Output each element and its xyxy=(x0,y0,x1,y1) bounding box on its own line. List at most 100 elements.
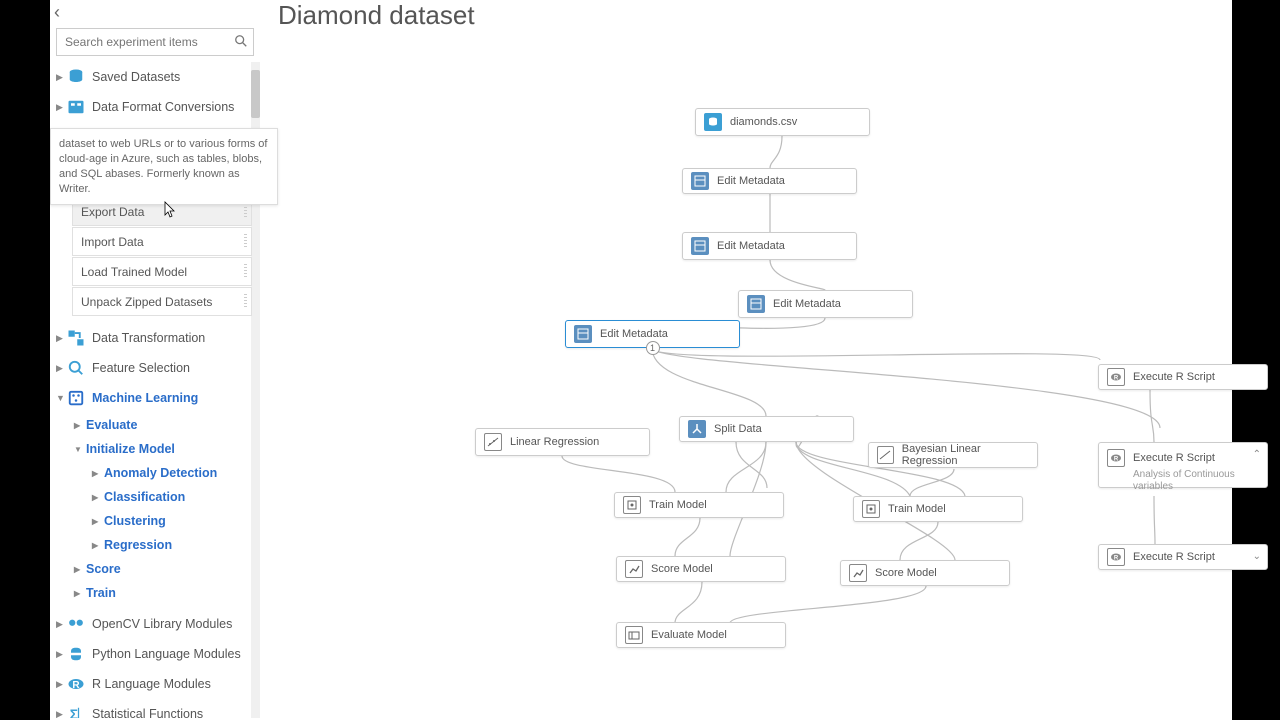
cat-label: R Language Modules xyxy=(92,677,211,691)
module-label: Load Trained Model xyxy=(81,265,187,279)
chevron-down-icon[interactable]: ⌄ xyxy=(1253,551,1261,562)
node-bayesian-lr[interactable]: Bayesian Linear Regression xyxy=(868,442,1038,468)
r-icon: R xyxy=(1107,368,1125,386)
subsubcat-regression[interactable]: ▶ Regression xyxy=(50,533,260,557)
cat-label: Data Format Conversions xyxy=(92,100,234,114)
node-label: Linear Regression xyxy=(510,436,599,448)
subsubcat-label: Regression xyxy=(104,538,172,552)
node-label: Edit Metadata xyxy=(773,298,841,310)
subcat-train[interactable]: ▶ Train xyxy=(50,581,260,605)
drag-grip-icon xyxy=(244,204,247,219)
node-split-data[interactable]: Split Data xyxy=(679,416,854,442)
subcat-label: Score xyxy=(86,562,121,576)
node-label: Split Data xyxy=(714,423,762,435)
cat-label: OpenCV Library Modules xyxy=(92,617,232,631)
chevron-right-icon: ▶ xyxy=(92,469,104,478)
experiment-canvas[interactable]: diamonds.csv Edit Metadata Edit Metadata… xyxy=(260,28,1232,720)
node-label: Edit Metadata xyxy=(600,328,668,340)
node-label: Score Model xyxy=(651,563,713,575)
node-label: Train Model xyxy=(888,503,946,515)
chevron-right-icon: ▶ xyxy=(56,679,66,690)
chevron-right-icon: ▶ xyxy=(56,709,66,719)
search-box[interactable] xyxy=(56,28,254,56)
chevron-right-icon: ▶ xyxy=(56,333,66,344)
transform-icon xyxy=(66,328,86,348)
cat-opencv[interactable]: ▶ OpenCV Library Modules xyxy=(50,609,260,639)
drag-grip-icon xyxy=(244,294,247,309)
output-port-badge[interactable]: 1 xyxy=(646,341,660,355)
metadata-icon xyxy=(574,325,592,343)
chevron-right-icon: ▶ xyxy=(74,421,86,430)
back-button[interactable]: ‹ xyxy=(54,2,60,23)
cat-data-transformation[interactable]: ▶ Data Transformation xyxy=(50,323,260,353)
node-dataset[interactable]: diamonds.csv xyxy=(695,108,870,136)
node-train-model-2[interactable]: Train Model xyxy=(853,496,1023,522)
module-unpack-zipped[interactable]: Unpack Zipped Datasets xyxy=(72,287,252,316)
cat-label: Feature Selection xyxy=(92,361,190,375)
score-icon xyxy=(849,564,867,582)
cat-label: Machine Learning xyxy=(92,391,198,405)
metadata-icon xyxy=(691,237,709,255)
module-load-trained-model[interactable]: Load Trained Model xyxy=(72,257,252,286)
node-edit-metadata-1[interactable]: Edit Metadata xyxy=(682,168,857,194)
evaluate-icon xyxy=(625,626,643,644)
svg-text:Σ: Σ xyxy=(70,707,78,718)
cat-python[interactable]: ▶ Python Language Modules xyxy=(50,639,260,669)
node-r-script-3[interactable]: R Execute R Script ⌄ xyxy=(1098,544,1268,570)
node-edit-metadata-3[interactable]: Edit Metadata xyxy=(738,290,913,318)
feature-icon xyxy=(66,358,86,378)
cat-feature-selection[interactable]: ▶ Feature Selection xyxy=(50,353,260,383)
node-train-model-1[interactable]: Train Model xyxy=(614,492,784,518)
cat-label: Statistical Functions xyxy=(92,707,203,718)
node-edit-metadata-2[interactable]: Edit Metadata xyxy=(682,232,857,260)
train-icon xyxy=(862,500,880,518)
chevron-right-icon: ▶ xyxy=(56,72,66,83)
svg-text:R: R xyxy=(72,680,80,691)
cat-saved-datasets[interactable]: ▶ Saved Datasets xyxy=(50,62,260,92)
dataset-icon xyxy=(704,113,722,131)
search-icon[interactable] xyxy=(229,34,253,51)
cat-label: Data Transformation xyxy=(92,331,205,345)
subsubcat-clustering[interactable]: ▶ Clustering xyxy=(50,509,260,533)
chevron-right-icon: ▶ xyxy=(56,619,66,630)
subcat-label: Train xyxy=(86,586,116,600)
score-icon xyxy=(625,560,643,578)
node-edit-metadata-4[interactable]: Edit Metadata 1 xyxy=(565,320,740,348)
node-linear-regression[interactable]: Linear Regression xyxy=(475,428,650,456)
subcat-score[interactable]: ▶ Score xyxy=(50,557,260,581)
chevron-up-icon[interactable]: ⌃ xyxy=(1253,449,1261,460)
cat-r-lang[interactable]: ▶ R R Language Modules xyxy=(50,669,260,699)
node-label: Edit Metadata xyxy=(717,240,785,252)
format-icon xyxy=(66,97,86,117)
node-r-script-2[interactable]: R Execute R Script Analysis of Continuou… xyxy=(1098,442,1268,488)
chevron-right-icon: ▶ xyxy=(92,493,104,502)
chevron-right-icon: ▶ xyxy=(92,517,104,526)
module-import-data[interactable]: Import Data xyxy=(72,227,252,256)
node-label: Execute R Script xyxy=(1133,551,1215,563)
node-label: Train Model xyxy=(649,499,707,511)
subsubcat-anomaly[interactable]: ▶ Anomaly Detection xyxy=(50,461,260,485)
chevron-right-icon: ▶ xyxy=(56,363,66,374)
cat-machine-learning[interactable]: ▼ Machine Learning xyxy=(50,383,260,413)
cat-statistical[interactable]: ▶ Σ Statistical Functions xyxy=(50,699,260,718)
subsubcat-label: Classification xyxy=(104,490,185,504)
cat-label: Saved Datasets xyxy=(92,70,180,84)
node-label: Evaluate Model xyxy=(651,629,727,641)
svg-text:R: R xyxy=(1114,457,1119,463)
stats-icon: Σ xyxy=(66,704,86,718)
svg-text:R: R xyxy=(1114,376,1119,382)
node-r-script-1[interactable]: R Execute R Script xyxy=(1098,364,1268,390)
search-input[interactable] xyxy=(57,35,229,49)
node-label: diamonds.csv xyxy=(730,116,797,128)
node-evaluate-model[interactable]: Evaluate Model xyxy=(616,622,786,648)
subcat-label: Initialize Model xyxy=(86,442,175,456)
subsubcat-classification[interactable]: ▶ Classification xyxy=(50,485,260,509)
metadata-icon xyxy=(691,172,709,190)
subcat-evaluate[interactable]: ▶ Evaluate xyxy=(50,413,260,437)
cat-data-format[interactable]: ▶ Data Format Conversions xyxy=(50,92,260,122)
train-icon xyxy=(623,496,641,514)
subcat-initialize-model[interactable]: ▼ Initialize Model xyxy=(50,437,260,461)
node-score-model-2[interactable]: Score Model xyxy=(840,560,1010,586)
node-score-model-1[interactable]: Score Model xyxy=(616,556,786,582)
page-title: Diamond dataset xyxy=(278,0,475,31)
